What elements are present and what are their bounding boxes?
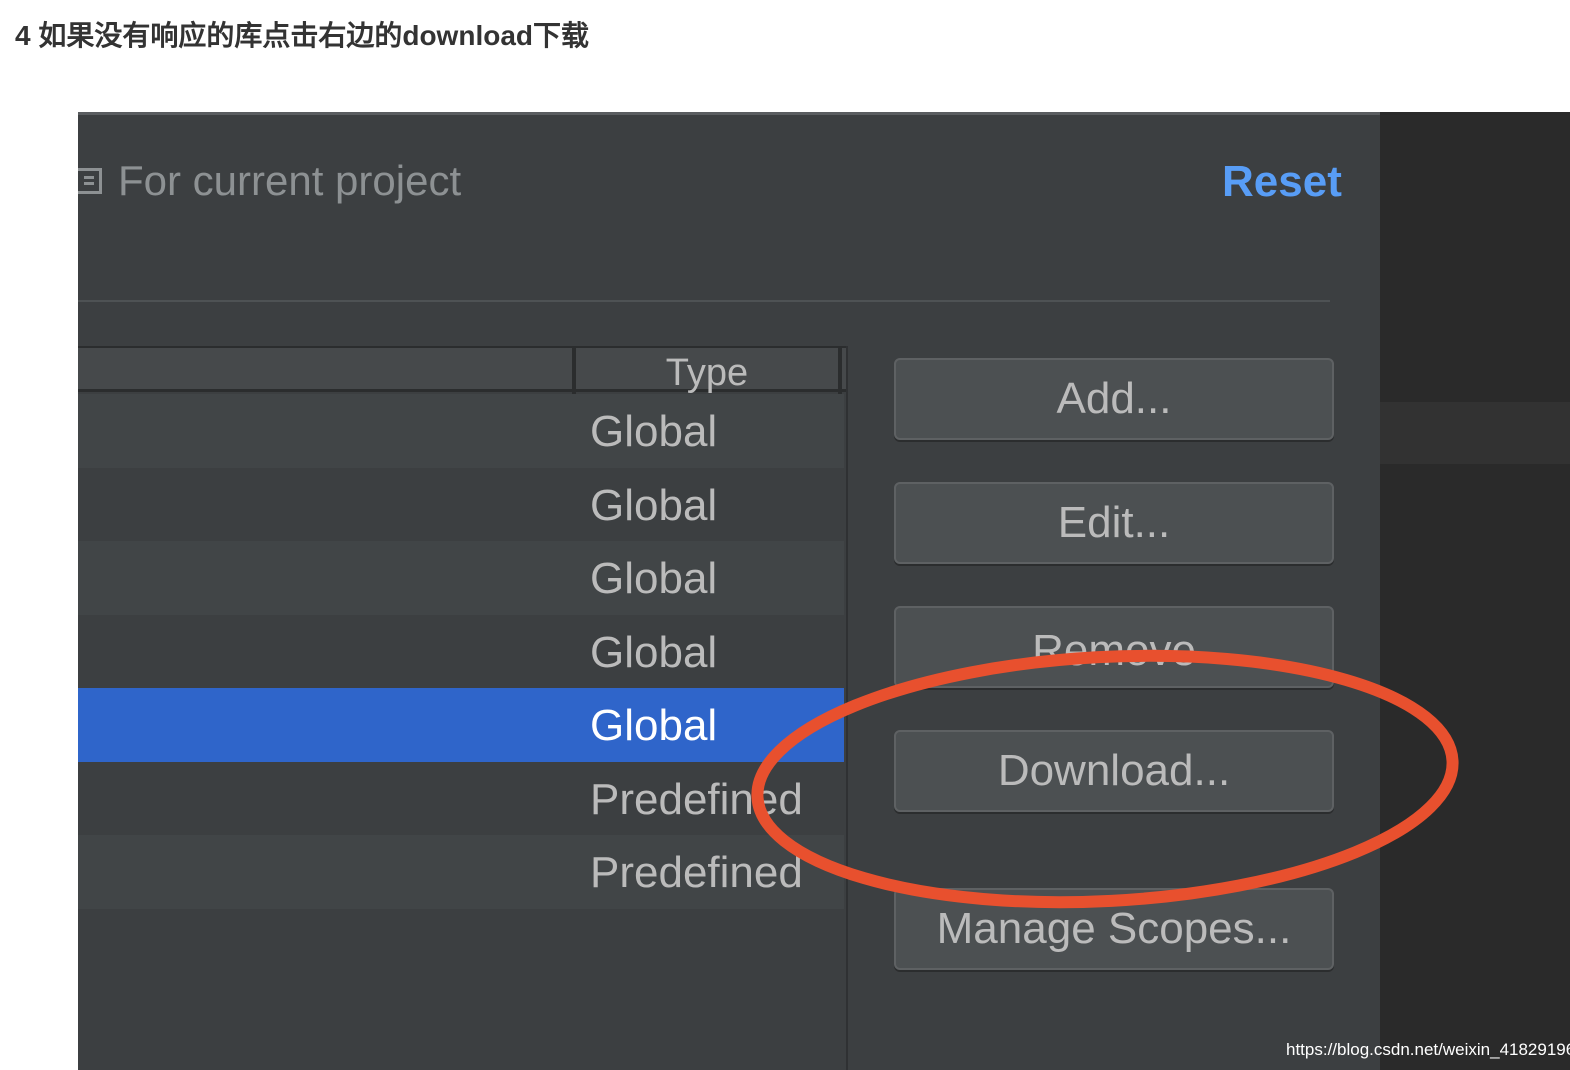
add-button[interactable]: Add... <box>894 358 1334 440</box>
download-button[interactable]: Download... <box>894 730 1334 812</box>
reset-link[interactable]: Reset <box>1222 157 1342 207</box>
scope-selector[interactable]: For current project <box>78 157 461 205</box>
table-row[interactable]: Global <box>78 467 844 541</box>
page: 4 如果没有响应的库点击右边的download下载 For current pr… <box>0 0 1570 1070</box>
project-icon <box>78 168 102 194</box>
libraries-table: Type Global Global Global Global Global <box>78 346 848 1070</box>
type-cell: Predefined <box>590 848 803 897</box>
table-rows: Global Global Global Global Global Prede… <box>78 394 844 909</box>
watermark: https://blog.csdn.net/weixin_41829196 <box>1286 1040 1570 1059</box>
type-cell: Global <box>590 554 718 603</box>
separator <box>78 300 1330 302</box>
table-row-selected[interactable]: Global <box>78 688 844 762</box>
remove-button[interactable]: Remove <box>894 606 1334 688</box>
background-band <box>1380 402 1570 464</box>
table-row[interactable]: Predefined <box>78 835 844 909</box>
table-header: Type <box>78 346 846 394</box>
background-panel <box>1380 112 1570 1070</box>
remove-button-label: Remove <box>1032 626 1196 675</box>
column-divider <box>838 348 842 394</box>
ide-screenshot: For current project Reset Type Global Gl… <box>78 112 1570 1070</box>
manage-scopes-button[interactable]: Manage Scopes... <box>894 888 1334 970</box>
type-cell: Predefined <box>590 774 803 824</box>
type-cell: Global <box>590 701 718 750</box>
article-heading: 4 如果没有响应的库点击右边的download下载 <box>15 20 590 51</box>
edit-button[interactable]: Edit... <box>894 482 1334 564</box>
table-row[interactable]: Predefined <box>78 761 844 835</box>
table-row[interactable]: Global <box>78 614 844 688</box>
type-cell: Global <box>590 407 718 456</box>
column-header-type[interactable]: Type <box>576 348 838 394</box>
table-row[interactable]: Global <box>78 541 844 615</box>
type-cell: Global <box>590 627 718 677</box>
scope-label: For current project <box>118 157 462 204</box>
type-cell: Global <box>590 480 718 530</box>
table-row[interactable]: Global <box>78 394 844 468</box>
top-edge <box>78 112 1380 115</box>
